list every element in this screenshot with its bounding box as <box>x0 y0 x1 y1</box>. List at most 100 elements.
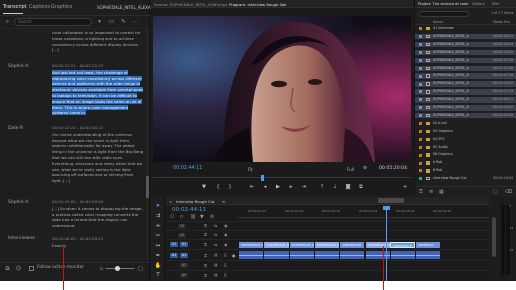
compare-icon[interactable]: ⧉ <box>357 184 365 191</box>
tab-captions[interactable]: Captions <box>29 5 50 10</box>
menu-icon[interactable]: ≡ <box>222 199 225 204</box>
transcript-scrollbar[interactable] <box>146 30 149 260</box>
transcript-segment[interactable]: color calibration is so important to cor… <box>52 30 144 53</box>
video-clip[interactable]: SOPHIEDALE_INT <box>313 242 340 248</box>
settings-wrench-icon[interactable]: ⚙ <box>363 166 367 171</box>
list-view-icon[interactable]: ≣ <box>429 189 433 195</box>
zoom-out-icon[interactable]: ▫ <box>98 266 105 272</box>
label-color-chip[interactable] <box>419 129 422 133</box>
timeline-vertical-scrollbar[interactable] <box>490 197 498 281</box>
zoom-slider-handle[interactable] <box>115 266 120 271</box>
speaker-label[interactable]: Interviewee <box>8 236 35 241</box>
lock-icon[interactable]: ⚿ <box>204 223 207 228</box>
tab-source-monitor[interactable]: Source: SOPHIEDALE_INTEL_SONY.mp4 <box>154 2 228 7</box>
add-marker-icon[interactable]: ▼ <box>200 215 204 220</box>
eye-icon[interactable]: ◉ <box>224 223 228 228</box>
video-clip[interactable]: SOPHIEDA <box>415 242 441 248</box>
program-mini-timeline[interactable] <box>153 177 411 181</box>
video-clip[interactable]: SOPHIEDALE_INT <box>263 242 289 248</box>
project-item[interactable]: 05 Audio <box>415 145 516 151</box>
linked-selection-icon[interactable]: ⛓ <box>190 215 196 220</box>
mute-icon[interactable]: M <box>214 253 217 258</box>
track-target[interactable]: A2 <box>180 263 188 268</box>
selection-tool-icon[interactable]: ➤ <box>154 203 162 210</box>
audio-clip[interactable] <box>415 251 441 259</box>
nest-icon[interactable]: ⎔ <box>170 215 174 220</box>
label-color-chip[interactable] <box>419 177 422 181</box>
step-forward-icon[interactable]: ▸ <box>287 184 295 190</box>
project-item[interactable]: SOPHIEDALE_INTEL_A 00:00:45:01 <box>415 49 516 56</box>
project-item[interactable]: SOPHIEDALE_INTEL_A 00:00:47:23 <box>415 89 516 95</box>
label-color-chip[interactable] <box>419 66 422 70</box>
track-target[interactable]: A1 <box>180 253 188 258</box>
eye-icon[interactable]: ◉ <box>224 232 228 237</box>
play-icon[interactable]: ▶ <box>274 184 282 190</box>
transcript-search-input[interactable]: Search <box>14 18 92 26</box>
audio-clip[interactable] <box>263 251 289 259</box>
label-color-chip[interactable] <box>419 114 422 118</box>
wrench-icon[interactable]: ⚙ <box>210 215 214 220</box>
project-item[interactable]: A Roll <box>415 160 516 166</box>
lock-icon[interactable]: ⚿ <box>204 232 207 237</box>
caption-icon[interactable]: ▭ <box>108 19 115 25</box>
project-search-input[interactable] <box>419 11 469 17</box>
speaker-label[interactable]: Dale R <box>8 126 23 131</box>
label-color-chip[interactable] <box>419 122 422 126</box>
scrollbar-thumb[interactable] <box>492 217 496 257</box>
label-color-chip[interactable] <box>419 43 422 47</box>
transcript-segment[interactable]: 00:02:48:05 - 00:02:49:12 Exactly. <box>52 236 144 249</box>
project-item[interactable]: 06 Graphics <box>415 152 516 158</box>
label-color-chip[interactable] <box>419 98 422 102</box>
tab-program-monitor[interactable]: Program: Interview Rough Cut <box>229 2 286 7</box>
timeline-ruler[interactable]: 00:02:25:15 00:02:30:15 00:02:35:15 00:0… <box>238 206 489 218</box>
go-to-in-icon[interactable]: ⇤ <box>248 184 256 190</box>
label-color-chip[interactable] <box>419 145 422 149</box>
project-item[interactable]: SOPHIEDALE_INTEL_A 00:00:44:02 <box>415 105 516 111</box>
label-color-chip[interactable] <box>419 106 422 110</box>
label-color-chip[interactable] <box>419 35 422 39</box>
label-color-chip[interactable] <box>419 74 422 78</box>
snap-icon[interactable]: ∩ <box>180 215 184 220</box>
tab-graphics[interactable]: Graphics <box>51 5 72 10</box>
transcript-segment-selected[interactable]: 00:02:31:21 - 00:02:22:23 And last but n… <box>52 63 144 116</box>
track-target[interactable]: V3 <box>178 224 186 229</box>
program-playhead[interactable] <box>261 175 264 181</box>
export-frame-icon[interactable]: ◙ <box>344 184 352 190</box>
audio-clip[interactable] <box>389 251 416 259</box>
label-color-chip[interactable] <box>419 153 422 157</box>
more-options-icon[interactable]: ⋯ <box>132 19 139 25</box>
project-item[interactable]: SOPHIEDALE_INTEL_A 00:01:12:00 <box>415 65 516 72</box>
solo-icon[interactable]: S <box>224 253 227 258</box>
audio-clip[interactable] <box>238 251 264 259</box>
marker-icon[interactable]: ▼ <box>200 184 208 190</box>
timeline-timecode[interactable]: 00:02:44:11 <box>172 207 206 213</box>
project-item[interactable]: Interview Rough Cut 00:05:20:04 <box>415 176 516 182</box>
in-point-icon[interactable]: { <box>214 184 222 190</box>
transcript-scrollbar-thumb[interactable] <box>146 176 149 198</box>
razor-icon[interactable]: ✂ <box>154 233 162 240</box>
tab-effects[interactable]: Effe <box>492 2 499 6</box>
zoom-in-icon[interactable]: ▢ <box>137 266 144 272</box>
close-icon[interactable]: × <box>169 199 172 204</box>
program-timecode[interactable]: 00:02:44:11 <box>173 166 202 171</box>
track-target[interactable]: V2 <box>178 233 186 238</box>
timeline-playhead[interactable] <box>386 206 387 281</box>
project-item[interactable]: B Roll <box>415 168 516 174</box>
tab-transcript[interactable]: Transcript <box>3 5 27 10</box>
source-patch-v1[interactable]: V1 <box>170 242 178 247</box>
extract-icon[interactable]: ⇣ <box>331 184 339 190</box>
menu-icon[interactable]: ≡ <box>281 2 284 7</box>
lock-icon[interactable]: ⚿ <box>204 253 207 258</box>
trash-icon[interactable]: ⌫ <box>505 189 512 195</box>
project-item[interactable]: SOPHIEDALE_INTEL_A 00:00:48:04 <box>415 41 516 48</box>
resolution-dropdown[interactable]: Full <box>347 167 354 172</box>
label-color-chip[interactable] <box>419 58 422 62</box>
go-to-out-icon[interactable]: ⇥ <box>300 184 308 190</box>
speaker-label[interactable]: Sophie A <box>8 200 28 205</box>
track-target[interactable]: A3 <box>180 273 188 278</box>
project-item[interactable]: SOPHIEDALE_INTEL_A 00:00:36:11 <box>415 97 516 103</box>
add-button-icon[interactable]: + <box>401 184 409 190</box>
label-color-chip[interactable] <box>419 27 422 31</box>
audio-clip[interactable] <box>339 251 365 259</box>
tab-project[interactable]: Project: The science of color <box>418 2 469 6</box>
